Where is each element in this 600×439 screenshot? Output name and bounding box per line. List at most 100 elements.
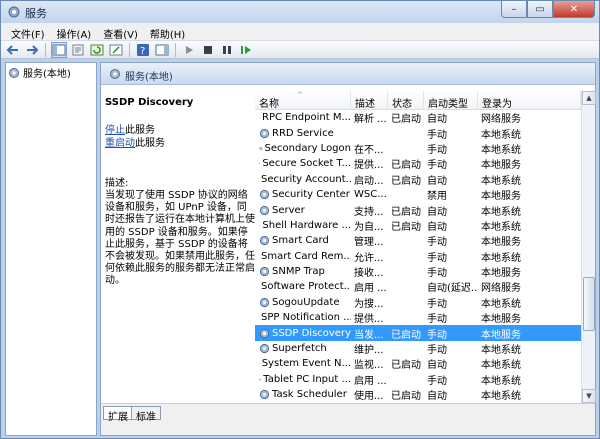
service-name: RRD Service [272, 127, 334, 139]
cell-startup-type: 手动 [427, 129, 447, 141]
service-name: Task Scheduler [272, 389, 347, 401]
cell-description: 维护... [354, 345, 384, 357]
cell-description: WSC... [354, 189, 387, 201]
column-header-description[interactable]: 描述 [351, 91, 388, 109]
cell-description: 使用... [354, 391, 384, 403]
toolbar-separator [45, 42, 46, 57]
console-tree-button[interactable] [51, 41, 67, 58]
pause-service-button[interactable] [219, 42, 235, 58]
help-button[interactable]: ? [135, 42, 151, 58]
export-list-button[interactable] [108, 42, 124, 58]
stop-service-button[interactable] [200, 42, 216, 58]
cell-startup-type: 禁用 [427, 191, 447, 203]
table-row[interactable]: Software Protect... 启用 ... 自动(延迟... 网络服务 [255, 279, 581, 294]
scroll-up-button[interactable]: ▲ [582, 91, 596, 105]
table-row[interactable]: SPP Notification ... 提供... 手动 本地服务 [255, 310, 581, 325]
back-button[interactable] [5, 42, 21, 58]
tree-item-services-local[interactable]: 服务(本地) [8, 65, 71, 80]
service-name: Security Account... [261, 173, 351, 185]
service-gear-icon [259, 205, 270, 215]
description-label: 描述: [105, 178, 129, 189]
cell-name: RRD Service [255, 128, 351, 139]
menu-help[interactable]: 帮助(H) [144, 23, 191, 41]
restart-service-button[interactable] [238, 42, 254, 58]
close-button[interactable]: ✕ [553, 1, 595, 18]
cell-name: Secondary Logon [255, 143, 351, 154]
forward-button[interactable] [24, 42, 40, 58]
stop-service-link[interactable]: 停止 [105, 125, 125, 136]
cell-description: 解析 ... [354, 114, 387, 126]
tab-extended[interactable]: 扩展 [103, 406, 133, 423]
cell-name: SPP Notification ... [255, 312, 351, 323]
cell-name: Smart Card Rem... [255, 251, 351, 262]
column-header-name[interactable]: 名称 ^ [255, 91, 351, 109]
maximize-button[interactable]: ▭ [527, 1, 553, 18]
table-row[interactable]: Tablet PC Input ... 启用 ... 手动 本地系统 [255, 372, 581, 387]
vertical-scrollbar[interactable]: ▲ ▼ [581, 91, 596, 403]
refresh-button[interactable] [89, 42, 105, 58]
services-table: 名称 ^ 描述 状态 启动类型 登录为 RPC Endpoint M... 解析 … [255, 91, 581, 403]
table-row[interactable]: Smart Card Rem... 允许... 手动 本地系统 [255, 249, 581, 264]
tab-standard[interactable]: 标准 [131, 406, 161, 423]
window-title: 服务 [25, 7, 47, 20]
cell-log-on-as: 本地系统 [481, 129, 521, 141]
minimize-button[interactable]: – [501, 1, 527, 18]
cell-startup-type: 手动 [427, 375, 447, 387]
scroll-down-button[interactable]: ▼ [582, 389, 596, 403]
table-body: RPC Endpoint M... 解析 ... 已启动 自动 网络服务 RRD Serv… [255, 110, 581, 402]
table-row[interactable]: Smart Card 管理... 手动 本地服务 [255, 233, 581, 248]
service-gear-icon [259, 378, 262, 381]
table-row[interactable]: SSDP Discovery 当发... 已启动 手动 本地服务 [255, 325, 581, 341]
cell-startup-type: 自动 [427, 221, 447, 233]
restart-service-line: 重启动此服务 [105, 137, 251, 150]
table-row[interactable]: System Event N... 监视... 已启动 自动 本地系统 [255, 356, 581, 371]
cell-startup-type: 手动 [427, 237, 447, 249]
table-row[interactable]: Superfetch 维护... 手动 本地系统 [255, 341, 581, 356]
cell-startup-type: 手动 [427, 345, 447, 357]
services-gear-icon [110, 69, 120, 79]
table-row[interactable]: Secondary Logon 在不... 手动 本地系统 [255, 141, 581, 156]
table-row[interactable]: Secure Socket T... 提供... 已启动 手动 本地服务 [255, 156, 581, 171]
cell-log-on-as: 本地服务 [481, 314, 521, 326]
cell-log-on-as: 本地系统 [481, 221, 521, 233]
cell-description: 监视... [354, 360, 384, 372]
cell-log-on-as: 本地服务 [481, 160, 521, 172]
cell-log-on-as: 本地系统 [481, 298, 521, 310]
column-header-log-on-as[interactable]: 登录为 [478, 91, 581, 109]
cell-log-on-as: 本地系统 [481, 345, 521, 357]
cell-description: 为自... [354, 221, 384, 233]
menu-file[interactable]: 文件(F) [5, 23, 51, 41]
stop-icon [204, 45, 212, 54]
table-row[interactable]: RRD Service 手动 本地系统 [255, 125, 581, 141]
column-header-status[interactable]: 状态 [388, 91, 424, 109]
console-tree-icon [52, 44, 66, 55]
column-header-startup-type[interactable]: 启动类型 [424, 91, 478, 109]
console-tree-pane: 服务(本地) [5, 62, 97, 436]
menu-action[interactable]: 操作(A) [51, 23, 98, 41]
table-row[interactable]: Shell Hardware ... 为自... 已启动 自动 本地系统 [255, 218, 581, 233]
show-hide-button[interactable] [154, 42, 170, 58]
title-bar[interactable]: 服务 – ▭ ✕ [1, 1, 599, 23]
cell-name: SogouUpdate [255, 297, 351, 308]
menu-view[interactable]: 查看(V) [97, 23, 144, 41]
properties-button[interactable] [70, 42, 86, 58]
services-gear-icon [9, 67, 19, 78]
table-row[interactable]: Task Scheduler 使用... 已启动 自动 本地系统 [255, 387, 581, 402]
properties-icon [72, 44, 84, 55]
stop-service-line: 停止此服务 [105, 124, 251, 137]
table-row[interactable]: RPC Endpoint M... 解析 ... 已启动 自动 网络服务 [255, 110, 581, 125]
arrow-left-icon [6, 44, 18, 55]
scroll-thumb[interactable] [583, 277, 595, 331]
start-service-button[interactable] [181, 42, 197, 58]
restart-service-link[interactable]: 重启动 [105, 138, 135, 149]
cell-status: 已启动 [391, 391, 421, 403]
column-header-label: 名称 [259, 98, 279, 110]
table-row[interactable]: SogouUpdate 为搜... 手动 本地系统 [255, 295, 581, 310]
selected-service-name: SSDP Discovery [105, 97, 194, 108]
table-row[interactable]: Security Account... 启动... 已启动 自动 本地系统 [255, 172, 581, 187]
cell-status: 已启动 [391, 221, 421, 233]
table-row[interactable]: Security Center WSC... 禁用 本地服务 [255, 187, 581, 202]
cell-description: 为搜... [354, 298, 384, 310]
table-row[interactable]: Server 支持... 已启动 自动 本地系统 [255, 202, 581, 218]
table-row[interactable]: SNMP Trap 接收... 手动 本地服务 [255, 264, 581, 279]
